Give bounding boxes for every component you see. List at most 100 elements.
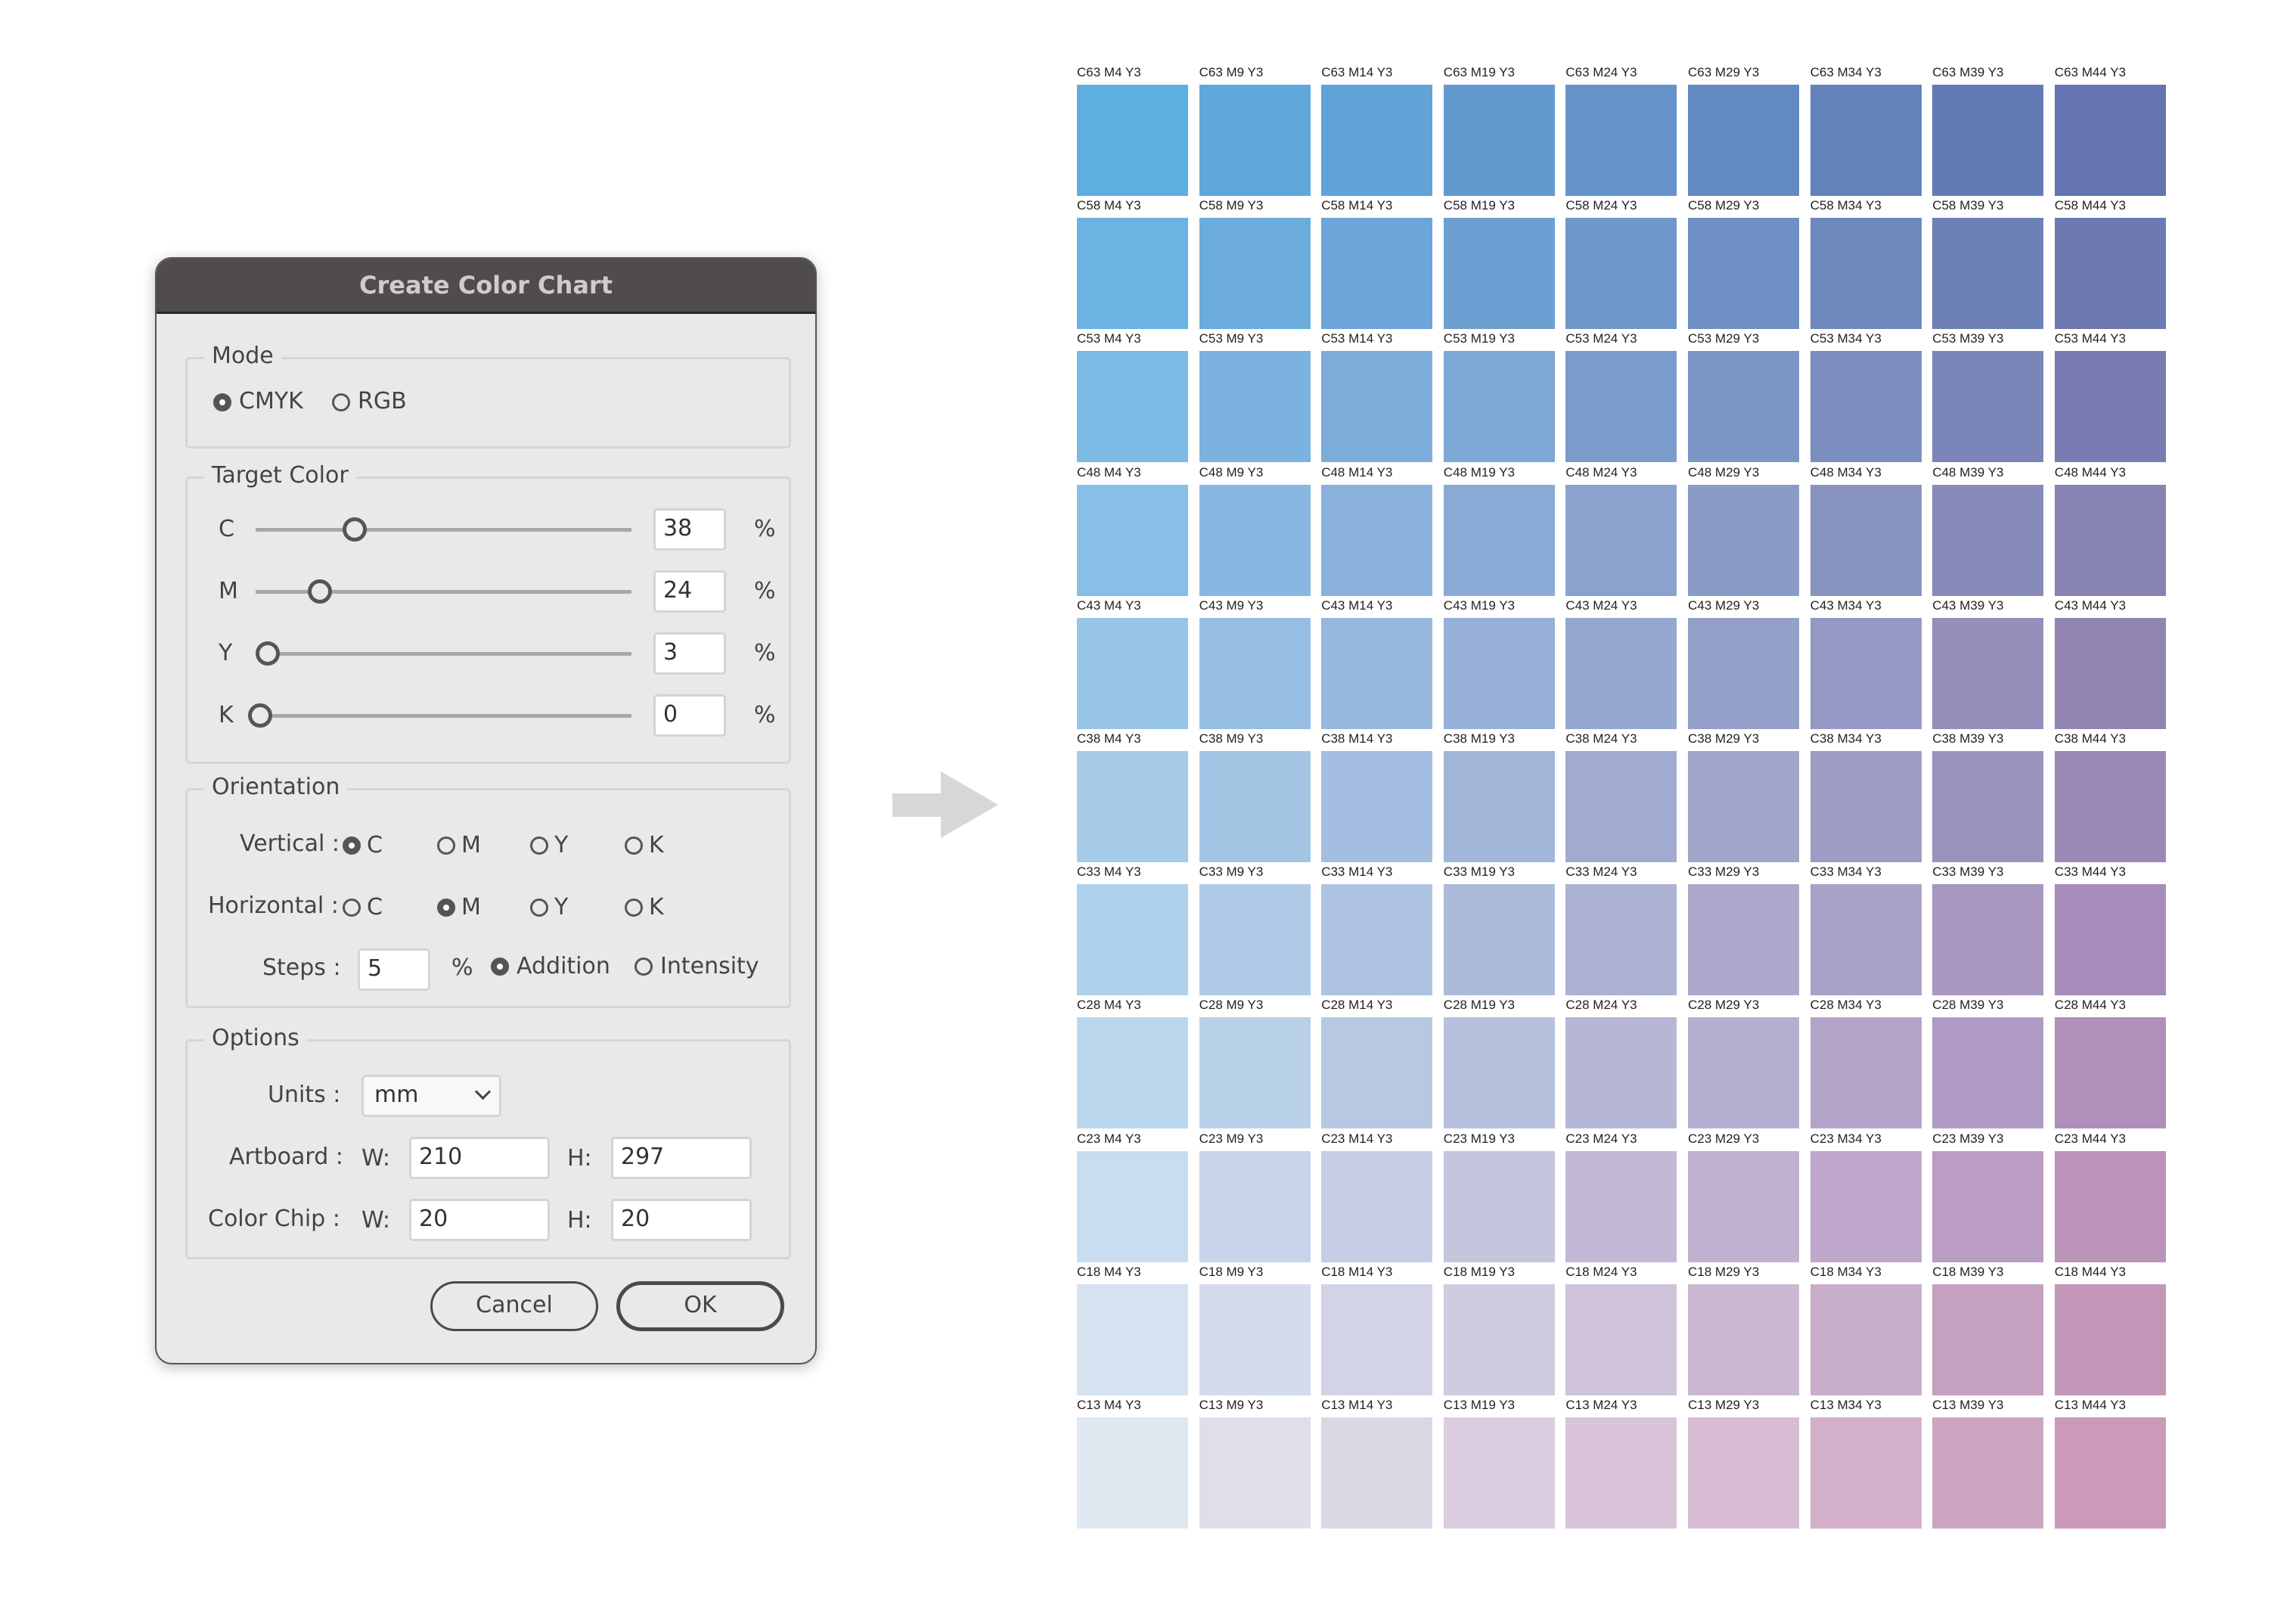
- color-chip: [1810, 484, 1922, 596]
- color-chip: [1199, 884, 1311, 996]
- color-chip: [2054, 351, 2166, 463]
- color-chip: [1688, 1417, 1799, 1529]
- color-chip: [1932, 1284, 2044, 1395]
- chip-label: C63 M9 Y3: [1199, 65, 1264, 79]
- color-chip: [1321, 1017, 1433, 1129]
- color-chip: [1443, 751, 1555, 862]
- color-chip: [1565, 85, 1677, 196]
- chip-label: C28 M39 Y3: [1932, 998, 2004, 1013]
- chip-label: C38 M19 Y3: [1443, 731, 1515, 746]
- color-chip: [1932, 1017, 2044, 1129]
- chip-label: C53 M4 Y3: [1077, 331, 1141, 346]
- color-chip: [1688, 617, 1799, 729]
- color-chip: [1932, 484, 2044, 596]
- chip-label: C43 M14 Y3: [1321, 598, 1393, 613]
- color-chip: [1321, 484, 1433, 596]
- chip-label: C43 M24 Y3: [1565, 598, 1637, 613]
- color-chip: [1077, 884, 1188, 996]
- chip-label: C18 M39 Y3: [1932, 1264, 2004, 1279]
- chip-label: C53 M9 Y3: [1199, 331, 1264, 346]
- chip-label: C33 M9 Y3: [1199, 864, 1264, 880]
- color-chip: [1932, 218, 2044, 330]
- color-chip: [1443, 884, 1555, 996]
- color-chip: [1565, 484, 1677, 596]
- chip-label: C43 M39 Y3: [1932, 598, 2004, 613]
- color-chip: [1565, 218, 1677, 330]
- chip-label: C13 M4 Y3: [1077, 1398, 1141, 1412]
- chip-label: C38 M24 Y3: [1565, 731, 1637, 746]
- color-chip: [1321, 1284, 1433, 1395]
- chip-label: C33 M19 Y3: [1443, 864, 1515, 880]
- chip-label: C53 M24 Y3: [1565, 331, 1637, 346]
- color-chip: [1199, 351, 1311, 463]
- chip-label: C58 M19 Y3: [1443, 198, 1515, 213]
- color-chip: [2054, 1017, 2166, 1129]
- chip-label: C23 M29 Y3: [1688, 1131, 1760, 1146]
- chip-label: C38 M29 Y3: [1688, 731, 1760, 746]
- color-chip: [1077, 1150, 1188, 1262]
- chip-label: C63 M44 Y3: [2054, 65, 2126, 79]
- color-chip: [1443, 1284, 1555, 1395]
- color-chip: [1443, 85, 1555, 196]
- chip-label: C38 M4 Y3: [1077, 731, 1141, 746]
- chip-label: C58 M9 Y3: [1199, 198, 1264, 213]
- color-chip: [1810, 1150, 1922, 1262]
- chip-label: C28 M19 Y3: [1443, 998, 1515, 1013]
- chip-label: C18 M14 Y3: [1321, 1264, 1393, 1279]
- color-chip: [2054, 1417, 2166, 1529]
- chip-label: C48 M9 Y3: [1199, 464, 1264, 480]
- color-chip: [1688, 884, 1799, 996]
- chip-label: C23 M4 Y3: [1077, 1131, 1141, 1146]
- chip-label: C23 M9 Y3: [1199, 1131, 1264, 1146]
- chip-label: C53 M19 Y3: [1443, 331, 1515, 346]
- chip-label: C48 M44 Y3: [2054, 464, 2126, 480]
- chip-label: C18 M4 Y3: [1077, 1264, 1141, 1279]
- chip-label: C23 M24 Y3: [1565, 1131, 1637, 1146]
- chip-label: C43 M44 Y3: [2054, 598, 2126, 613]
- chip-label: C63 M4 Y3: [1077, 65, 1141, 79]
- color-chip: [1077, 351, 1188, 463]
- chip-label: C28 M29 Y3: [1688, 998, 1760, 1013]
- color-chip: [1688, 218, 1799, 330]
- color-chip: [1321, 884, 1433, 996]
- chip-label: C63 M19 Y3: [1443, 65, 1515, 79]
- color-chip: [1199, 1017, 1311, 1129]
- color-chip: [1077, 1017, 1188, 1129]
- color-chip: [1321, 751, 1433, 862]
- color-chip: [2054, 1284, 2166, 1395]
- color-chip: [1321, 617, 1433, 729]
- color-chart: C63 M4 Y3 C63 M9 Y3 C63 M14 Y3 C63 M19 Y3 C6…: [0, 0, 2296, 1611]
- chip-label: C48 M34 Y3: [1810, 464, 1882, 480]
- color-chip: [1077, 218, 1188, 330]
- color-chip: [1077, 484, 1188, 596]
- color-chip: [1810, 85, 1922, 196]
- chip-label: C33 M29 Y3: [1688, 864, 1760, 880]
- color-chip: [1443, 617, 1555, 729]
- color-chip: [1932, 1417, 2044, 1529]
- chip-label: C63 M39 Y3: [1932, 65, 2004, 79]
- chip-label: C33 M44 Y3: [2054, 864, 2126, 880]
- chip-label: C43 M19 Y3: [1443, 598, 1515, 613]
- chip-label: C58 M34 Y3: [1810, 198, 1882, 213]
- chip-label: C13 M44 Y3: [2054, 1398, 2126, 1412]
- color-chip: [1321, 351, 1433, 463]
- color-chip: [1565, 884, 1677, 996]
- color-chip: [1565, 1150, 1677, 1262]
- color-chip: [2054, 85, 2166, 196]
- color-chip: [1443, 1017, 1555, 1129]
- color-chip: [1932, 751, 2044, 862]
- chip-label: C28 M14 Y3: [1321, 998, 1393, 1013]
- chip-label: C53 M14 Y3: [1321, 331, 1393, 346]
- color-chip: [1932, 884, 2044, 996]
- chip-label: C38 M34 Y3: [1810, 731, 1882, 746]
- chip-label: C13 M29 Y3: [1688, 1398, 1760, 1412]
- color-chip: [1077, 751, 1188, 862]
- chip-label: C18 M29 Y3: [1688, 1264, 1760, 1279]
- color-chip: [2054, 884, 2166, 996]
- chip-label: C28 M9 Y3: [1199, 998, 1264, 1013]
- chip-label: C13 M14 Y3: [1321, 1398, 1393, 1412]
- color-chip: [1199, 1284, 1311, 1395]
- color-chip: [1565, 1017, 1677, 1129]
- chip-label: C23 M44 Y3: [2054, 1131, 2126, 1146]
- chip-label: C48 M4 Y3: [1077, 464, 1141, 480]
